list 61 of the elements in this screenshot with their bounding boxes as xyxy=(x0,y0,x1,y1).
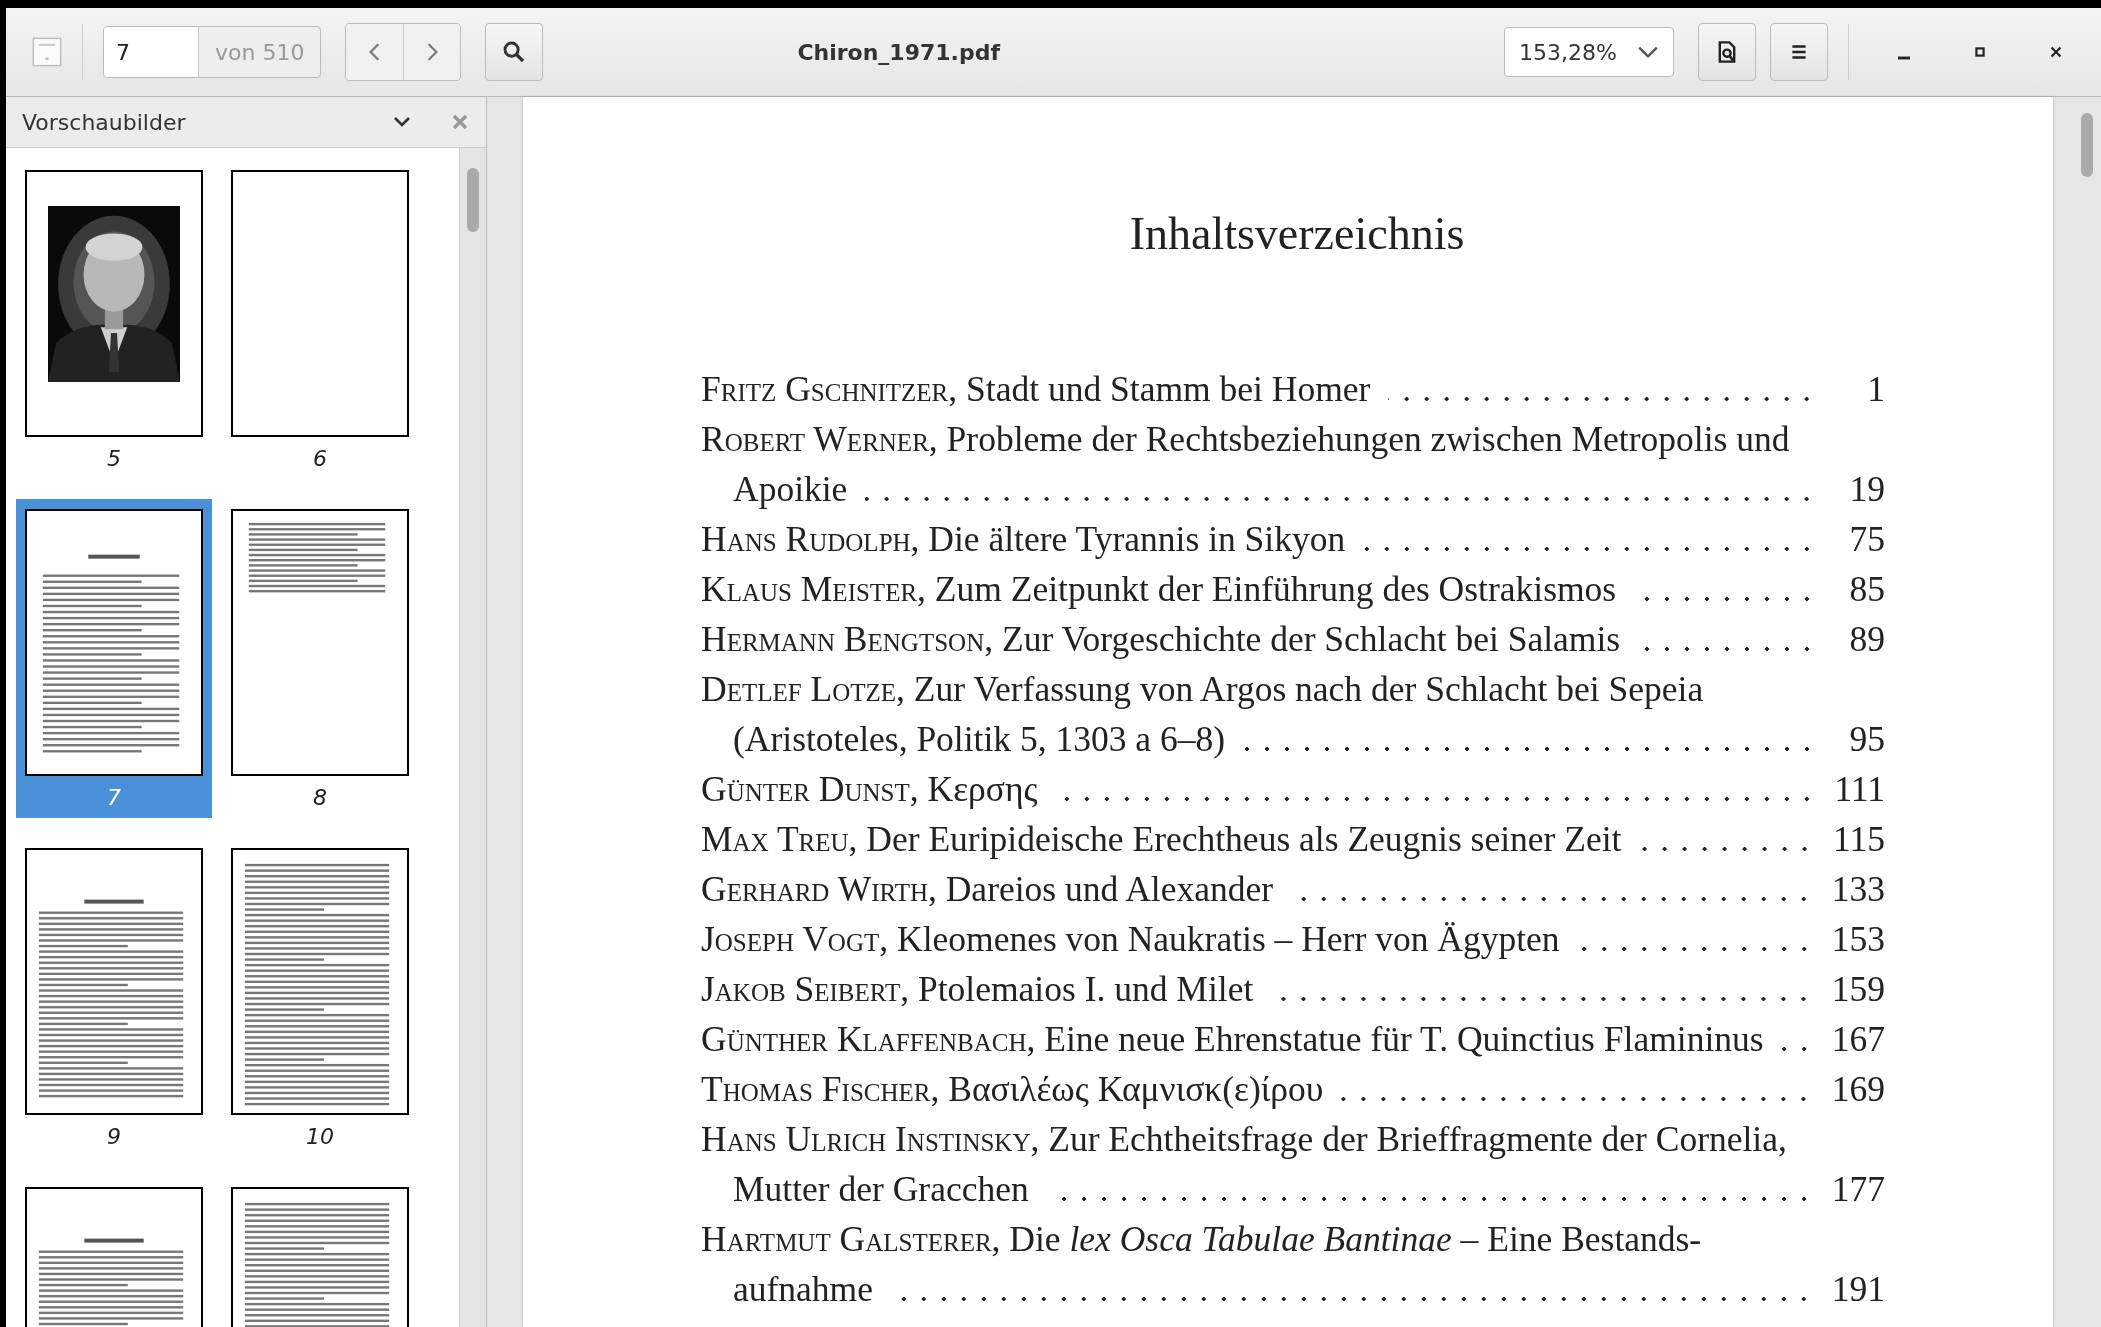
page-number: 167 xyxy=(1831,1018,1885,1060)
zoom-dropdown[interactable]: 153,28% xyxy=(1504,27,1674,77)
page-thumbnail[interactable] xyxy=(25,848,203,1115)
page-thumbnail[interactable] xyxy=(25,509,203,776)
page-number: 115 xyxy=(1833,818,1885,860)
page-number-label: 10 xyxy=(306,1123,334,1151)
window-title: Chiron_1971.pdf xyxy=(797,39,1001,65)
page-heading: Inhaltsverzeichnis xyxy=(1128,207,1466,260)
chevron-down-icon[interactable] xyxy=(392,116,412,128)
toc-entry-continuation: Apoikie xyxy=(733,468,848,510)
toc-entry: Hans Ulrich Instinsky, Zur Echtheitsfrage der Brieffragmente der Cornelia, xyxy=(701,1118,1787,1160)
page-number-label: 7 xyxy=(107,784,121,812)
page-thumbnail[interactable] xyxy=(231,509,409,776)
page-number: 191 xyxy=(1831,1268,1885,1310)
page-number-field[interactable]: 7 xyxy=(104,27,199,77)
toc-entry-continuation: Mutter der Gracchen xyxy=(733,1168,1029,1210)
toc-entry: Hermann Bengtson, Zur Vorgeschichte der Schlacht bei Salamis xyxy=(701,618,1621,660)
page-number-label: 8 xyxy=(313,784,327,812)
toc-entry: Klaus Meister, Zum Zeitpunkt der Einführung des Ostrakismos xyxy=(701,568,1617,610)
toc-entry: Hartmut Galsterer, Die lex Osca Tabulae Bantinae – Eine Bestands- xyxy=(701,1218,1702,1260)
page-number-label: 9 xyxy=(107,1123,121,1151)
page-thumbnail[interactable] xyxy=(231,170,409,437)
search-button[interactable] xyxy=(485,23,544,81)
toc-entry: Detlef Lotze, Zur Verfassung von Argos nach der Schlacht bei Sepeia xyxy=(701,668,1704,710)
page-number: 19 xyxy=(1848,468,1885,510)
toc-entry: Max Treu, Der Euripideische Erechtheus als Zeugnis seiner Zeit xyxy=(701,818,1622,860)
page-thumbnail[interactable] xyxy=(25,170,203,437)
minimize-icon xyxy=(1898,56,1910,60)
toc-entry-continuation: aufnahme xyxy=(733,1268,873,1310)
page-number-label: 5 xyxy=(107,445,121,473)
toc-entry-continuation: (Aristoteles, Politik 5, 1303 a 6–8) xyxy=(733,718,1226,760)
page-number: 1 xyxy=(1866,368,1885,410)
page-number: 111 xyxy=(1834,768,1885,810)
page-number: 133 xyxy=(1831,868,1885,910)
page-number-label: 6 xyxy=(313,445,327,473)
page-number: 153 xyxy=(1831,918,1885,960)
search-icon xyxy=(502,40,527,64)
chevron-down-icon xyxy=(1637,45,1659,59)
page-number: 169 xyxy=(1831,1068,1885,1110)
toc-entry: Hans Rudolph, Die ältere Tyrannis in Sikyon xyxy=(701,518,1346,560)
document-search-button[interactable] xyxy=(1698,23,1756,81)
page-number: 177 xyxy=(1831,1168,1885,1210)
page-number: 75 xyxy=(1848,518,1885,560)
toc-entry: Gerhard Wirth, Dareios und Alexander xyxy=(701,868,1274,910)
menu-button[interactable] xyxy=(1770,23,1828,81)
page-number: 95 xyxy=(1848,718,1885,760)
toc-entry: Günter Dunst, Κερσης xyxy=(701,768,1038,810)
sidebar-title: Vorschaubilder xyxy=(22,109,187,135)
toc-entry: Robert Werner, Probleme der Rechtsbeziehungen zwischen Metropolis und xyxy=(701,418,1790,460)
page-thumbnail-icon[interactable] xyxy=(32,37,62,67)
page-number: 89 xyxy=(1848,618,1885,660)
page-count: von 510 xyxy=(214,38,306,67)
toc-entry: Joseph Vogt, Kleomenes von Naukratis – Herr von Ägypten xyxy=(701,918,1560,960)
toc-entry: Günther Klaffenbach, Eine neue Ehrenstatue für T. Quinctius Flamininus xyxy=(701,1018,1764,1060)
page-thumbnail[interactable] xyxy=(231,848,409,1115)
page-number: 85 xyxy=(1848,568,1885,610)
toc-entry: Thomas Fischer, Βασιλέως Καμνισκ(ε)ίρου xyxy=(701,1068,1324,1110)
scrollbar[interactable] xyxy=(459,148,486,1327)
page-number: 159 xyxy=(1831,968,1885,1010)
toc-entry: Fritz Gschnitzer, Stadt und Stamm bei Homer xyxy=(701,368,1371,410)
toc-entry: Jakob Seibert, Ptolemaios I. und Milet xyxy=(701,968,1254,1010)
